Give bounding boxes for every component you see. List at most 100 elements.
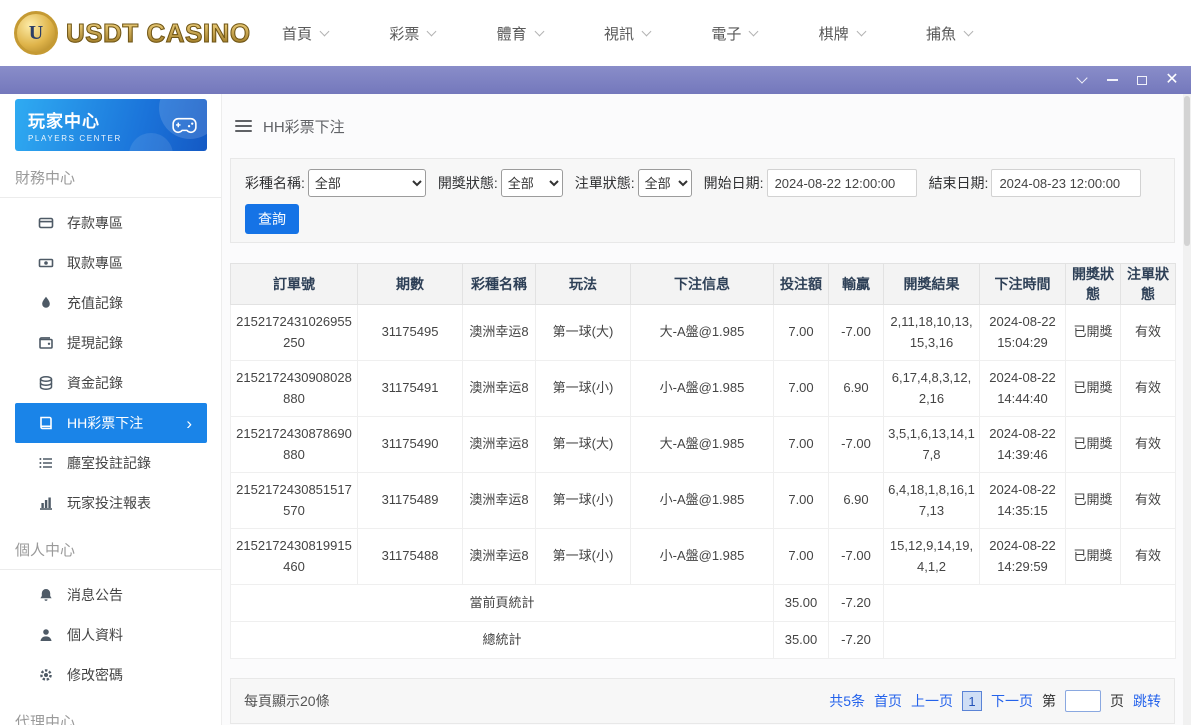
bets-table: 訂單號 期數 彩種名稱 玩法 下注信息 投注額 輸贏 開獎結果 下注時間 開獎狀…	[230, 263, 1176, 659]
sidebar-item-profile[interactable]: 個人資料	[15, 615, 207, 655]
content-area: 玩家中心 PLAYERS CENTER 財務中心 存款專區 取款專區 充值記錄	[0, 94, 1191, 725]
current-page-indicator[interactable]: 1	[962, 691, 982, 711]
page-jump-input[interactable]	[1065, 690, 1101, 712]
window-titlebar: ✕	[0, 66, 1191, 94]
lottery-name-label: 彩種名稱:	[245, 173, 305, 193]
page-summary-label: 當前頁統計	[231, 585, 774, 622]
scrollbar-thumb[interactable]	[1184, 96, 1190, 246]
menu-toggle-icon[interactable]	[235, 120, 252, 132]
col-draw-status: 開獎狀態	[1066, 264, 1121, 305]
col-win-loss: 輸贏	[829, 264, 884, 305]
section-heading-finance: 財務中心	[0, 151, 221, 198]
start-date-input[interactable]	[767, 169, 917, 197]
chevron-down-icon	[964, 26, 974, 36]
withdrawal-record-icon	[38, 335, 54, 351]
total-summary-amount: 35.00	[774, 622, 829, 659]
sidebar-item-hh-lottery-bets[interactable]: HH彩票下注 ›	[15, 403, 207, 443]
section-heading-agency: 代理中心	[0, 695, 221, 725]
page-summary-row: 當前頁統計 35.00 -7.20	[231, 585, 1176, 622]
col-play: 玩法	[536, 264, 631, 305]
app-window: U USDT CASINO 首頁 彩票 體育 視訊 電子 棋牌 捕魚 ✕ 玩家中…	[0, 0, 1191, 725]
jump-button[interactable]: 跳转	[1133, 691, 1161, 711]
nav-item-boardgames[interactable]: 棋牌	[819, 23, 865, 44]
order-status-select[interactable]: 全部	[638, 169, 692, 197]
player-report-icon	[38, 495, 54, 511]
profile-icon	[38, 627, 54, 643]
sidebar-item-funds-record[interactable]: 資金記錄	[15, 363, 207, 403]
sidebar-item-recharge-record[interactable]: 充值記錄	[15, 283, 207, 323]
lottery-name-select[interactable]: 全部	[308, 169, 426, 197]
col-bet-info: 下注信息	[631, 264, 774, 305]
sidebar-item-announcements[interactable]: 消息公告	[15, 575, 207, 615]
prev-page-link[interactable]: 上一页	[911, 691, 953, 711]
funds-record-icon	[38, 375, 54, 391]
chevron-down-icon	[642, 26, 652, 36]
breadcrumb: HH彩票下注	[230, 94, 1175, 158]
draw-status-label: 開獎狀態:	[438, 173, 498, 193]
chevron-down-icon	[320, 26, 330, 36]
chevron-down-icon	[427, 26, 437, 36]
nav-item-slots[interactable]: 電子	[711, 23, 757, 44]
player-center-title: 玩家中心	[28, 107, 122, 132]
chevron-down-icon	[749, 26, 759, 36]
col-order-no: 訂單號	[231, 264, 358, 305]
col-period: 期數	[358, 264, 463, 305]
end-date-input[interactable]	[991, 169, 1141, 197]
jump-prefix-text: 第	[1042, 691, 1056, 711]
page-size-text: 每頁顯示20條	[244, 691, 330, 711]
jump-suffix-text: 页	[1110, 691, 1124, 711]
filter-panel: 彩種名稱: 全部 開獎狀態: 全部 注單狀態: 全部 開始日期: 結束日期: 查…	[230, 158, 1175, 243]
window-maximize-button[interactable]	[1127, 66, 1157, 94]
sidebar-item-withdraw[interactable]: 取款專區	[15, 243, 207, 283]
top-navigation-bar: U USDT CASINO 首頁 彩票 體育 視訊 電子 棋牌 捕魚	[0, 0, 1191, 66]
announcement-icon	[38, 587, 54, 603]
scrollbar[interactable]	[1183, 94, 1191, 725]
col-amount: 投注額	[774, 264, 829, 305]
window-close-button[interactable]: ✕	[1157, 66, 1187, 94]
sidebar-item-withdrawal-record[interactable]: 提現記錄	[15, 323, 207, 363]
page-summary-win-loss: -7.20	[829, 585, 884, 622]
sidebar-item-hall-bet-record[interactable]: 廳室投註記錄	[15, 443, 207, 483]
table-row: 215217243090802888031175491澳洲幸运8第一球(小)小-…	[231, 361, 1176, 417]
chevron-right-icon: ›	[186, 415, 192, 432]
next-page-link[interactable]: 下一页	[991, 691, 1033, 711]
main-nav: 首頁 彩票 體育 視訊 電子 棋牌 捕魚	[282, 23, 972, 44]
window-collapse-button[interactable]	[1067, 66, 1097, 94]
pager: 共5条 首页 上一页 1 下一页 第 页 跳转	[829, 690, 1161, 712]
chevron-down-icon	[534, 26, 544, 36]
player-center-header[interactable]: 玩家中心 PLAYERS CENTER	[15, 99, 207, 151]
table-row: 215217243081991546031175488澳洲幸运8第一球(小)小-…	[231, 529, 1176, 585]
lottery-bet-icon	[38, 415, 54, 431]
sidebar: 玩家中心 PLAYERS CENTER 財務中心 存款專區 取款專區 充值記錄	[0, 94, 222, 725]
chevron-down-icon	[856, 26, 866, 36]
chevron-down-icon	[1076, 72, 1087, 83]
nav-item-fishing[interactable]: 捕魚	[926, 23, 972, 44]
nav-item-sports[interactable]: 體育	[497, 23, 543, 44]
col-bet-time: 下注時間	[980, 264, 1066, 305]
order-status-label: 注單狀態:	[575, 173, 635, 193]
logo[interactable]: U USDT CASINO	[14, 11, 240, 55]
search-button[interactable]: 查詢	[245, 204, 299, 234]
password-gear-icon	[38, 667, 54, 683]
window-minimize-button[interactable]	[1097, 66, 1127, 94]
pagination-bar: 每頁顯示20條 共5条 首页 上一页 1 下一页 第 页 跳转	[230, 678, 1175, 724]
logo-text: USDT CASINO	[66, 18, 251, 49]
table-header-row: 訂單號 期數 彩種名稱 玩法 下注信息 投注額 輸贏 開獎結果 下注時間 開獎狀…	[231, 264, 1176, 305]
nav-item-video[interactable]: 視訊	[604, 23, 650, 44]
table-row: 215217243087869088031175490澳洲幸运8第一球(大)大-…	[231, 417, 1176, 473]
page-summary-amount: 35.00	[774, 585, 829, 622]
draw-status-select[interactable]: 全部	[501, 169, 563, 197]
gamepad-icon	[172, 117, 197, 134]
minimize-icon	[1107, 79, 1118, 81]
sidebar-item-player-bet-report[interactable]: 玩家投注報表	[15, 483, 207, 523]
first-page-link[interactable]: 首页	[874, 691, 902, 711]
nav-item-home[interactable]: 首頁	[282, 23, 328, 44]
table-row: 215217243102695525031175495澳洲幸运8第一球(大)大-…	[231, 305, 1176, 361]
col-order-status: 注單狀態	[1121, 264, 1176, 305]
table-row: 215217243085151757031175489澳洲幸运8第一球(小)小-…	[231, 473, 1176, 529]
sidebar-item-change-password[interactable]: 修改密碼	[15, 655, 207, 695]
sidebar-item-deposit[interactable]: 存款專區	[15, 203, 207, 243]
maximize-icon	[1137, 76, 1147, 85]
nav-item-lottery[interactable]: 彩票	[389, 23, 435, 44]
col-lottery: 彩種名稱	[463, 264, 536, 305]
